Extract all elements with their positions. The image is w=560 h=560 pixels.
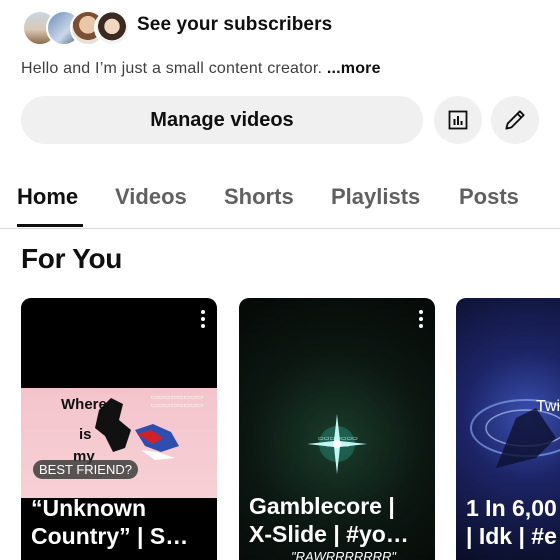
short-title: “Unknown Country” | S…: [31, 494, 188, 550]
short-title-line: X-Slide | #yo…: [249, 521, 409, 547]
description-text: Hello and I’m just a small content creat…: [21, 60, 327, 77]
tab-videos[interactable]: Videos: [115, 184, 187, 210]
pencil-icon: [505, 110, 525, 130]
short-title-line: | Idk | #e: [466, 523, 557, 549]
watermark: ▭▭▭▭▭▭▭▭ ▭▭▭▭▭▭▭▭: [150, 394, 204, 409]
short-title: 1 In 6,00 | Idk | #e: [466, 494, 557, 550]
edit-channel-button[interactable]: [491, 96, 539, 144]
galaxy-graphic: [470, 399, 560, 468]
see-subscribers-link[interactable]: See your subscribers: [137, 14, 332, 36]
short-title-line: 1 In 6,00: [466, 495, 557, 521]
avatar: [94, 10, 130, 46]
channel-description[interactable]: Hello and I’m just a small content creat…: [21, 60, 381, 78]
thumb-best-friend: BEST FRIEND?: [33, 460, 138, 479]
tab-home[interactable]: Home: [17, 184, 78, 210]
manage-videos-button[interactable]: Manage videos: [21, 96, 423, 144]
subscriber-avatars[interactable]: [22, 10, 130, 46]
bar-chart-icon: [448, 110, 468, 130]
tab-posts[interactable]: Posts: [459, 184, 519, 210]
channel-tabs: Home Videos Shorts Playlists Posts: [0, 168, 560, 229]
more-options-icon[interactable]: [419, 310, 423, 331]
short-title-line: Country” | S…: [31, 523, 189, 549]
tab-shorts[interactable]: Shorts: [224, 184, 294, 210]
watermark: ▭▭▭▭▭▭▭ ▭▭▭▭: [318, 436, 358, 449]
analytics-button[interactable]: [434, 96, 482, 144]
section-title: For You: [21, 243, 123, 274]
short-card[interactable]: ▭▭▭▭▭▭▭▭ ▭▭▭▭▭▭▭▭ Where is my BEST FRIEND…: [21, 298, 217, 560]
thumb-text-where: Where: [61, 396, 107, 413]
active-tab-indicator: [17, 224, 83, 227]
short-title-line: “Unknown: [31, 495, 146, 521]
thumb-text-is: is: [79, 426, 92, 443]
short-title-line: Gamblecore |: [249, 493, 395, 519]
short-title: Gamblecore | X-Slide | #yo…: [249, 492, 409, 548]
short-card[interactable]: Twil 1 In 6,00 | Idk | #e: [456, 298, 560, 560]
thumb-caption: "RAWRRRRRRR": [291, 549, 397, 560]
short-card[interactable]: ▭▭▭▭▭▭▭ ▭▭▭▭ Gamblecore | X-Slide | #yo… …: [239, 298, 435, 560]
tab-playlists[interactable]: Playlists: [331, 184, 420, 210]
thumb-text: Twil: [536, 398, 560, 415]
more-link[interactable]: ...more: [327, 60, 381, 77]
thumbnail: ▭▭▭▭▭▭▭▭ ▭▭▭▭▭▭▭▭ Where is my BEST FRIEND…: [21, 388, 217, 498]
more-options-icon[interactable]: [201, 310, 205, 331]
